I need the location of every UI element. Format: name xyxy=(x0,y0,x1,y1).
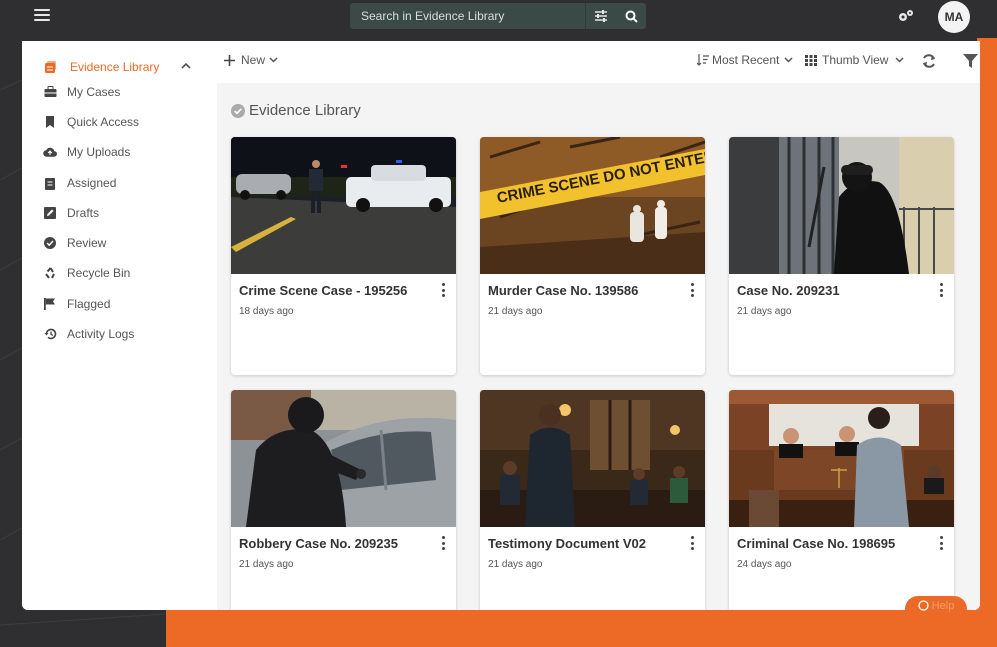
evidence-card[interactable]: Crime Scene Case - 195256 18 days ago xyxy=(231,137,456,375)
card-thumbnail[interactable] xyxy=(231,137,456,274)
briefcase-icon xyxy=(43,85,57,99)
hamburger-menu-icon[interactable] xyxy=(34,9,50,23)
sidebar: Evidence Library My Cases Quick Access M… xyxy=(22,41,216,610)
filter-sliders-icon[interactable] xyxy=(586,3,616,29)
card-thumbnail[interactable] xyxy=(480,390,705,527)
check-circle-icon xyxy=(43,236,57,250)
chevron-down-icon xyxy=(269,57,278,63)
sidebar-item-label: Drafts xyxy=(67,206,100,220)
sidebar-item-label: Evidence Library xyxy=(70,60,160,74)
chat-icon xyxy=(918,600,929,611)
help-label: Help xyxy=(931,600,955,612)
card-thumbnail[interactable] xyxy=(729,390,954,527)
toolbar: New Most Recent Thumb View xyxy=(216,41,980,83)
new-button[interactable]: New xyxy=(224,53,278,67)
search-bar[interactable]: Search in Evidence Library xyxy=(350,3,646,29)
sidebar-item-my-cases[interactable]: My Cases xyxy=(43,82,120,102)
sort-label: Most Recent xyxy=(712,53,780,67)
sidebar-item-label: My Uploads xyxy=(67,145,131,159)
card-date: 24 days ago xyxy=(737,559,792,570)
evidence-card[interactable]: Criminal Case No. 198695 24 days ago xyxy=(729,390,954,610)
card-date: 21 days ago xyxy=(488,559,543,570)
flag-icon xyxy=(43,297,57,311)
card-title[interactable]: Robbery Case No. 209235 xyxy=(239,536,398,551)
chevron-down-icon xyxy=(895,57,905,63)
sidebar-item-label: Recycle Bin xyxy=(67,266,131,280)
card-thumbnail[interactable] xyxy=(729,137,954,274)
more-vertical-icon[interactable] xyxy=(442,536,446,550)
card-thumbnail[interactable]: CRIME SCENE DO NOT ENTER xyxy=(480,137,705,274)
plus-icon xyxy=(224,54,235,66)
sidebar-item-review[interactable]: Review xyxy=(43,233,106,253)
more-vertical-icon[interactable] xyxy=(691,283,695,297)
card-title[interactable]: Testimony Document V02 xyxy=(488,536,646,551)
content-area: Evidence Library Crime Scene Case - 1952… xyxy=(217,83,980,610)
edit-icon xyxy=(43,206,57,220)
card-date: 18 days ago xyxy=(239,306,294,317)
sort-icon xyxy=(697,54,709,66)
sidebar-item-label: Review xyxy=(67,236,107,250)
sidebar-item-label: My Cases xyxy=(67,85,121,99)
card-title[interactable]: Criminal Case No. 198695 xyxy=(737,536,895,551)
card-date: 21 days ago xyxy=(737,306,792,317)
more-vertical-icon[interactable] xyxy=(940,536,944,550)
bookmark-icon xyxy=(43,115,57,129)
card-date: 21 days ago xyxy=(239,559,294,570)
user-avatar[interactable]: MA xyxy=(938,1,970,33)
grid-icon xyxy=(805,54,817,66)
check-circle-icon xyxy=(231,103,245,118)
sidebar-item-flagged[interactable]: Flagged xyxy=(43,294,110,314)
sidebar-item-label: Assigned xyxy=(67,176,117,190)
assignment-icon xyxy=(43,176,57,190)
sidebar-item-label: Quick Access xyxy=(67,115,140,129)
app-window: Evidence Library My Cases Quick Access M… xyxy=(22,41,980,610)
sidebar-item-label: Flagged xyxy=(67,297,111,311)
page-title: Evidence Library xyxy=(231,102,361,119)
top-bar: Search in Evidence Library MA xyxy=(0,0,997,36)
card-title[interactable]: Crime Scene Case - 195256 xyxy=(239,283,407,298)
sidebar-item-recycle-bin[interactable]: Recycle Bin xyxy=(43,263,130,283)
orange-accent-bottom xyxy=(166,607,997,647)
more-vertical-icon[interactable] xyxy=(442,283,446,297)
library-icon xyxy=(43,60,57,74)
more-vertical-icon[interactable] xyxy=(940,283,944,297)
evidence-card[interactable]: CRIME SCENE DO NOT ENTER Murder Case No.… xyxy=(480,137,705,375)
search-input[interactable]: Search in Evidence Library xyxy=(350,9,585,23)
sidebar-item-quick-access[interactable]: Quick Access xyxy=(43,112,139,132)
view-label: Thumb View xyxy=(822,53,889,67)
card-title[interactable]: Case No. 209231 xyxy=(737,283,840,298)
chevron-down-icon xyxy=(784,57,793,63)
chevron-up-icon[interactable] xyxy=(180,61,192,71)
evidence-card[interactable]: Case No. 209231 21 days ago xyxy=(729,137,954,375)
history-icon xyxy=(43,327,57,341)
sidebar-item-activity-logs[interactable]: Activity Logs xyxy=(43,324,134,344)
cloud-upload-icon xyxy=(43,145,57,159)
settings-gears-icon[interactable] xyxy=(897,8,915,24)
help-button[interactable]: Help xyxy=(905,596,967,622)
evidence-card[interactable]: Testimony Document V02 21 days ago xyxy=(480,390,705,610)
card-date: 21 days ago xyxy=(488,306,543,317)
more-vertical-icon[interactable] xyxy=(691,536,695,550)
orange-accent-right xyxy=(977,38,997,647)
sidebar-item-my-uploads[interactable]: My Uploads xyxy=(43,142,130,162)
sidebar-item-drafts[interactable]: Drafts xyxy=(43,203,99,223)
evidence-card[interactable]: Robbery Case No. 209235 21 days ago xyxy=(231,390,456,610)
search-icon[interactable] xyxy=(616,3,646,29)
sort-dropdown[interactable]: Most Recent xyxy=(697,53,793,67)
page-title-text: Evidence Library xyxy=(249,102,361,119)
sidebar-item-evidence-library[interactable]: Evidence Library xyxy=(43,57,159,77)
card-title[interactable]: Murder Case No. 139586 xyxy=(488,283,638,298)
recycle-icon xyxy=(43,266,57,280)
refresh-icon[interactable] xyxy=(921,53,937,69)
view-dropdown[interactable]: Thumb View xyxy=(805,53,905,67)
sidebar-item-label: Activity Logs xyxy=(67,327,135,341)
card-thumbnail[interactable] xyxy=(231,390,456,527)
filter-funnel-icon[interactable] xyxy=(963,54,978,68)
sidebar-item-assigned[interactable]: Assigned xyxy=(43,173,116,193)
new-button-label: New xyxy=(241,53,266,67)
